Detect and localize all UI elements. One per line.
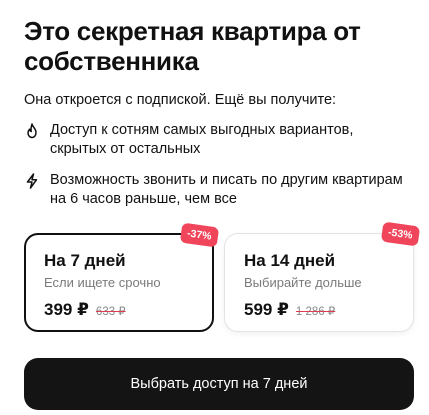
- feature-item-early-access: Возможность звонить и писать по другим к…: [24, 171, 404, 209]
- discount-badge: -37%: [180, 222, 220, 248]
- plan-old-price: 1 286 ₽: [295, 306, 336, 318]
- plan-hint: Выбирайте дольше: [244, 275, 362, 290]
- plan-price: 599 ₽: [244, 300, 289, 319]
- plan-card-7-days[interactable]: -37% На 7 дней Если ищете срочно 399 ₽ 6…: [24, 222, 220, 332]
- plan-name: На 7 дней: [44, 251, 126, 270]
- plan-old-price: 633 ₽: [95, 306, 126, 318]
- discount-badge: -53%: [381, 221, 421, 247]
- choose-access-button[interactable]: Выбрать доступ на 7 дней: [24, 358, 414, 410]
- feature-item-hidden-offers: Доступ к сотням самых выгодных вариантов…: [24, 121, 404, 159]
- plan-price: 399 ₽: [44, 300, 89, 319]
- plan-hint: Если ищете срочно: [44, 275, 161, 290]
- feature-text: Доступ к сотням самых выгодных вариантов…: [50, 122, 354, 157]
- plan-name: На 14 дней: [244, 251, 336, 270]
- fire-icon: [24, 122, 40, 140]
- feature-text: Возможность звонить и писать по другим к…: [50, 172, 403, 207]
- price-row: 399 ₽ 633 ₽: [44, 300, 126, 320]
- page-title: Это секретная квартира от собственника: [24, 16, 361, 76]
- plan-card-14-days[interactable]: -53% На 14 дней Выбирайте дольше 599 ₽ 1…: [224, 221, 421, 332]
- lightning-icon: [24, 172, 40, 190]
- price-row: 599 ₽ 1 286 ₽: [244, 300, 335, 320]
- subtitle: Она откроется с подпиской. Ещё вы получи…: [24, 92, 337, 108]
